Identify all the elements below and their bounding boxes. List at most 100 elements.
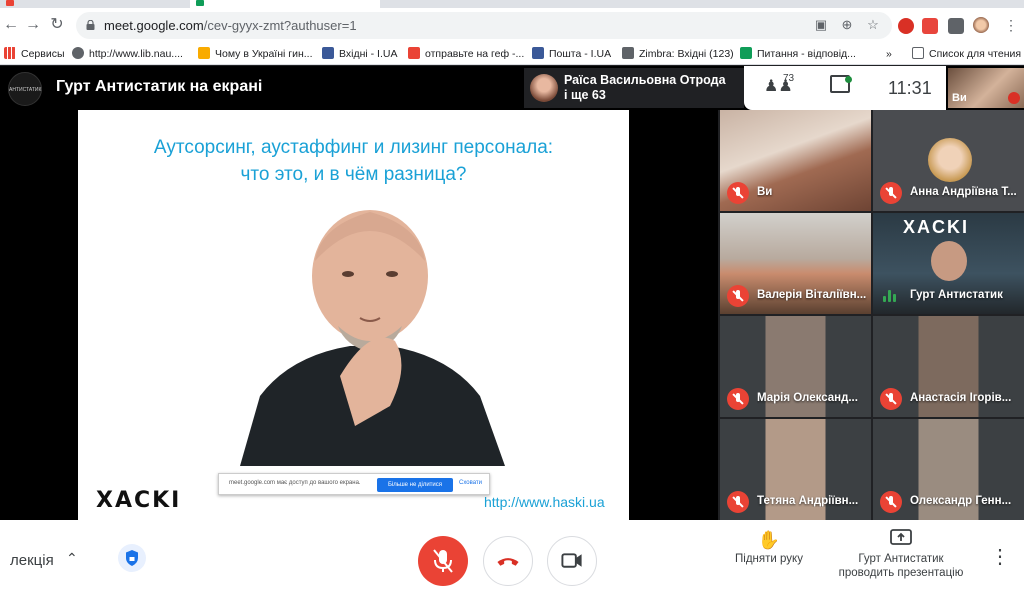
people-count: 73 bbox=[783, 73, 795, 84]
participant-tile[interactable]: XACKI Гурт Антистатик bbox=[873, 213, 1024, 314]
bookmark-item[interactable]: Чому в Україні гин... bbox=[198, 46, 313, 62]
present-screen-icon bbox=[830, 528, 972, 552]
meet-favicon-icon bbox=[196, 0, 204, 6]
participant-name: Олександр Генн... bbox=[910, 495, 1012, 507]
url-text: meet.google.com/cev-gyyx-zmt?authuser=1 bbox=[104, 18, 357, 33]
mic-off-icon bbox=[727, 388, 749, 410]
camera-in-use-icon[interactable]: ▣ bbox=[812, 16, 830, 34]
participant-tile[interactable]: Ви bbox=[720, 110, 871, 211]
reading-list[interactable]: Список для чтения bbox=[912, 46, 1021, 62]
opera-extension-icon[interactable] bbox=[898, 18, 914, 34]
meeting-clock: 11:31 bbox=[888, 78, 932, 98]
presentation-title: Гурт Антистатик на екрані bbox=[56, 78, 263, 95]
mic-off-icon bbox=[727, 285, 749, 307]
bookmark-item[interactable]: Вхідні - I.UA bbox=[322, 46, 397, 62]
chevron-up-icon[interactable]: ⌃ bbox=[66, 550, 78, 567]
avatar bbox=[530, 74, 558, 102]
globe-icon bbox=[72, 47, 84, 59]
active-speaker-chip[interactable]: Раїса Васильовна Отрода і ще 63 bbox=[524, 68, 744, 108]
mic-off-icon bbox=[880, 491, 902, 513]
stop-sharing-button[interactable]: Більше не ділитися bbox=[377, 478, 453, 492]
back-icon[interactable]: ← bbox=[0, 14, 22, 36]
participant-tile[interactable]: Анна Андріївна Т... bbox=[873, 110, 1024, 211]
bookmark-item[interactable]: Питання - відповід... bbox=[740, 46, 856, 62]
bookmark-item[interactable]: отправьте на геф -... bbox=[408, 46, 524, 62]
mic-off-icon bbox=[880, 388, 902, 410]
address-bar[interactable]: meet.google.com/cev-gyyx-zmt?authuser=1 … bbox=[76, 12, 892, 39]
tab-favicon-icon bbox=[6, 0, 14, 6]
slide-logo: XACKI bbox=[96, 488, 182, 513]
browser-menu-icon[interactable]: ⋮ bbox=[1000, 14, 1022, 36]
video-extension-icon[interactable] bbox=[922, 18, 938, 34]
active-speaker-name: Раїса Васильовна Отрода і ще 63 bbox=[564, 73, 726, 102]
mic-off-icon bbox=[727, 182, 749, 204]
slide-url: http://www.haski.ua bbox=[484, 494, 605, 510]
forward-icon[interactable]: → bbox=[22, 14, 44, 36]
extensions-puzzle-icon[interactable] bbox=[948, 18, 964, 34]
bookmarks-bar: Сервисы http://www.lib.nau.... Чому в Ук… bbox=[0, 43, 1024, 65]
reload-icon[interactable]: ↻ bbox=[46, 14, 68, 36]
mic-toggle-button[interactable] bbox=[418, 536, 468, 586]
zoom-icon[interactable]: ⊕ bbox=[838, 16, 856, 34]
hide-banner-button[interactable]: Сховати bbox=[459, 480, 482, 486]
self-label: Ви bbox=[952, 92, 967, 104]
bookmark-star-icon[interactable]: ☆ bbox=[864, 16, 882, 34]
reading-list-icon bbox=[912, 47, 924, 59]
presentation-stage: Аутсорсинг, аустаффинг и лизинг персонал… bbox=[0, 110, 718, 520]
active-tab[interactable] bbox=[190, 0, 380, 8]
more-options-icon[interactable]: ⋮ bbox=[990, 544, 1010, 569]
avatar bbox=[928, 138, 972, 182]
bookmark-apps[interactable]: Сервисы bbox=[4, 46, 65, 62]
participant-name: Валерія Віталіївн... bbox=[757, 289, 867, 301]
thinking-man-image bbox=[240, 210, 505, 466]
participant-name: Тетяна Андріївн... bbox=[757, 495, 859, 507]
bookmark-item[interactable]: http://www.lib.nau.... bbox=[72, 46, 183, 62]
raise-hand-icon: ✋ bbox=[757, 530, 781, 550]
page-icon bbox=[198, 47, 210, 59]
participant-name: Гурт Антистатик bbox=[910, 289, 1003, 301]
participant-tile[interactable]: Тетяна Андріївн... bbox=[720, 419, 871, 520]
participant-grid: Ви Анна Андріївна Т... Валерія Віталіївн… bbox=[720, 110, 1024, 520]
camera-toggle-button[interactable] bbox=[547, 536, 597, 586]
gmail-icon bbox=[408, 47, 420, 59]
participant-name: Анна Андріївна Т... bbox=[910, 186, 1017, 198]
presenter-logo: АНТИСТАТИК bbox=[8, 72, 42, 106]
participant-tile[interactable]: Валерія Віталіївн... bbox=[720, 213, 871, 314]
screen-share-banner: meet.google.com має доступ до вашого екр… bbox=[218, 473, 490, 495]
slide: Аутсорсинг, аустаффинг и лизинг персонал… bbox=[78, 110, 629, 520]
slide-title: Аутсорсинг, аустаффинг и лизинг персонал… bbox=[153, 137, 554, 185]
bookmarks-overflow[interactable]: » bbox=[886, 46, 892, 62]
chat-notification-dot bbox=[845, 76, 852, 83]
zimbra-icon bbox=[622, 47, 634, 59]
mic-off-icon bbox=[880, 182, 902, 204]
participant-name: Ви bbox=[757, 186, 773, 198]
forms-icon bbox=[740, 47, 752, 59]
leave-call-button[interactable] bbox=[483, 536, 533, 586]
presentation-status-button[interactable]: Гурт Антистатик проводить презентацію bbox=[830, 528, 972, 580]
video-camera-icon bbox=[561, 553, 582, 568]
tab-strip bbox=[0, 0, 1024, 8]
raise-hand-button[interactable]: ✋ Підняти руку bbox=[726, 528, 812, 566]
lock-icon bbox=[86, 20, 95, 30]
mic-off-icon bbox=[1008, 92, 1020, 104]
hang-up-icon bbox=[497, 558, 519, 566]
profile-avatar[interactable] bbox=[973, 17, 989, 33]
participant-name: Анастасія Ігорів... bbox=[910, 392, 1012, 404]
shield-lock-icon[interactable] bbox=[118, 544, 146, 572]
participant-tile[interactable]: Анастасія Ігорів... bbox=[873, 316, 1024, 417]
mic-off-icon bbox=[727, 491, 749, 513]
meeting-name[interactable]: лекція bbox=[10, 552, 54, 569]
iua-icon bbox=[322, 47, 334, 59]
bookmark-item[interactable]: Zimbra: Вхідні (123) bbox=[622, 46, 734, 62]
participant-tile[interactable]: Марія Олександ... bbox=[720, 316, 871, 417]
tile-badge: XACKI bbox=[903, 217, 970, 237]
apps-grid-icon bbox=[4, 47, 16, 59]
bookmark-item[interactable]: Пошта - I.UA bbox=[532, 46, 611, 62]
self-preview[interactable]: Ви bbox=[948, 68, 1024, 108]
browser-toolbar: ← → ↻ meet.google.com/cev-gyyx-zmt?authu… bbox=[0, 8, 1024, 43]
participant-tile[interactable]: Олександр Генн... bbox=[873, 419, 1024, 520]
speaking-indicator-icon bbox=[883, 290, 897, 302]
meet-header: АНТИСТАТИК Гурт Антистатик на екрані Раї… bbox=[0, 66, 1024, 110]
mic-off-icon bbox=[433, 549, 453, 573]
avatar bbox=[931, 241, 967, 281]
